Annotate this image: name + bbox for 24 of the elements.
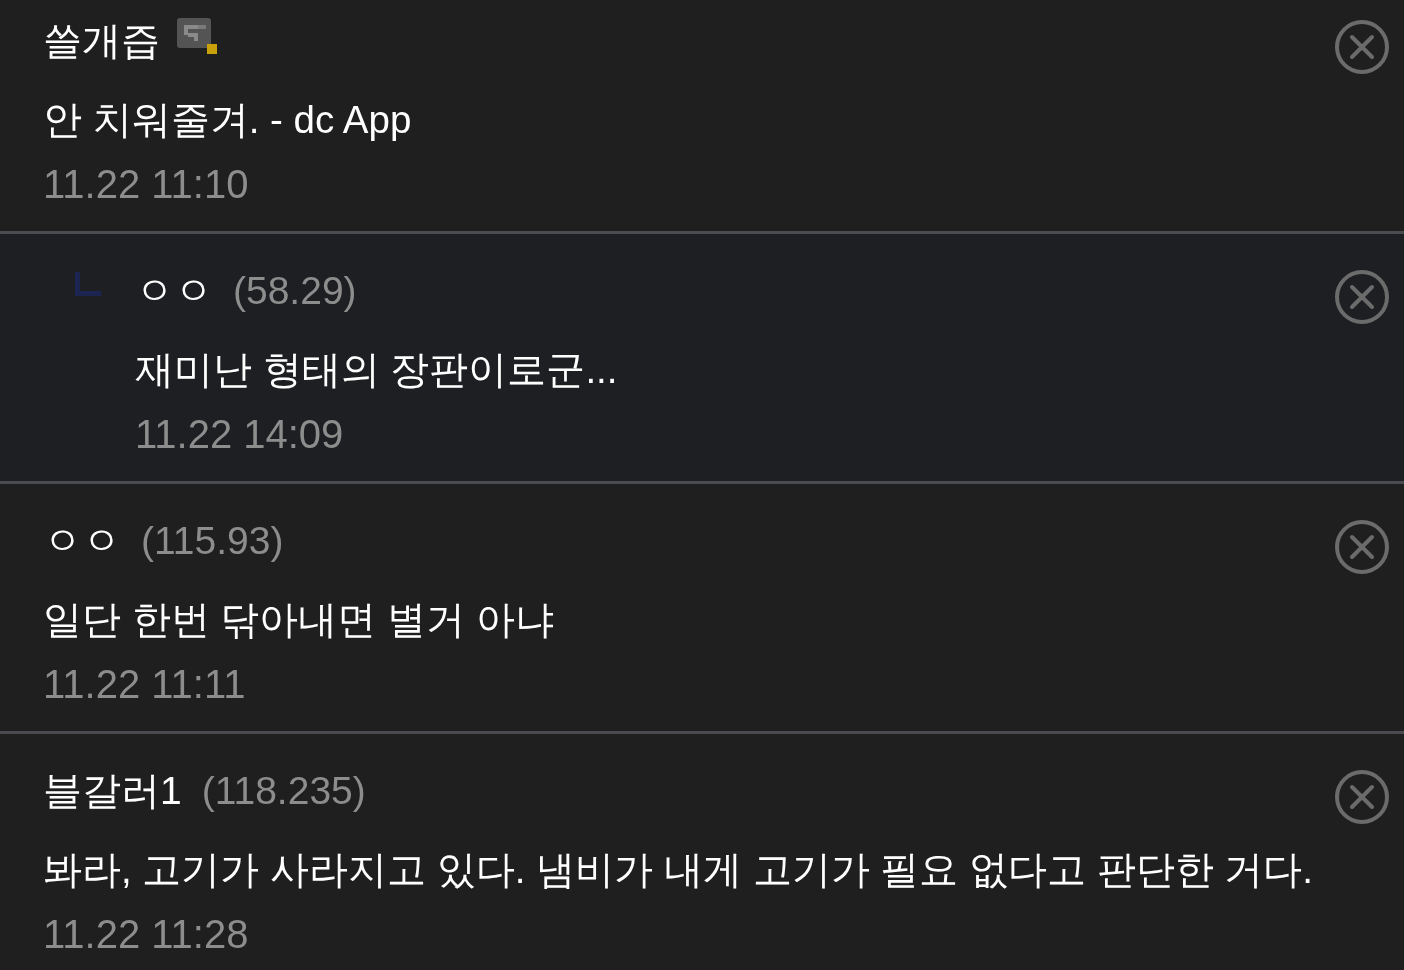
comment-text: 재미난 형태의 장판이로군... bbox=[135, 347, 619, 393]
comment-text: 안 치워줄겨. - dc App bbox=[43, 97, 413, 143]
comment-date: 11.22 11:28 bbox=[43, 911, 250, 958]
delete-button[interactable] bbox=[1334, 19, 1390, 75]
author-ip: (58.29) bbox=[233, 268, 357, 314]
author-ip: (115.93) bbox=[141, 518, 284, 564]
author-name: ㅇㅇ bbox=[135, 268, 213, 314]
comment-text: 일단 한번 닦아내면 별거 아냐 bbox=[43, 597, 555, 643]
close-circle-icon bbox=[1334, 519, 1390, 575]
author-name: 블갈러1 bbox=[43, 768, 182, 814]
comment-text: 봐라, 고기가 사라지고 있다. 냄비가 내게 고기가 필요 없다고 판단한 거다. bbox=[43, 847, 1315, 893]
comment-date: 11.22 11:11 bbox=[43, 661, 247, 708]
close-circle-icon bbox=[1334, 19, 1390, 75]
delete-button[interactable] bbox=[1334, 519, 1390, 575]
comment-date: 11.22 11:10 bbox=[43, 161, 250, 208]
reply-corner-icon bbox=[75, 272, 101, 296]
author-name: ㅇㅇ bbox=[43, 518, 121, 564]
delete-button[interactable] bbox=[1334, 769, 1390, 825]
author-ip: (118.235) bbox=[201, 768, 366, 814]
delete-button[interactable] bbox=[1334, 269, 1390, 325]
close-circle-icon bbox=[1334, 769, 1390, 825]
comment-date: 11.22 14:09 bbox=[135, 411, 345, 458]
close-circle-icon bbox=[1334, 269, 1390, 325]
author-name: 쓸개즙 bbox=[43, 18, 160, 64]
